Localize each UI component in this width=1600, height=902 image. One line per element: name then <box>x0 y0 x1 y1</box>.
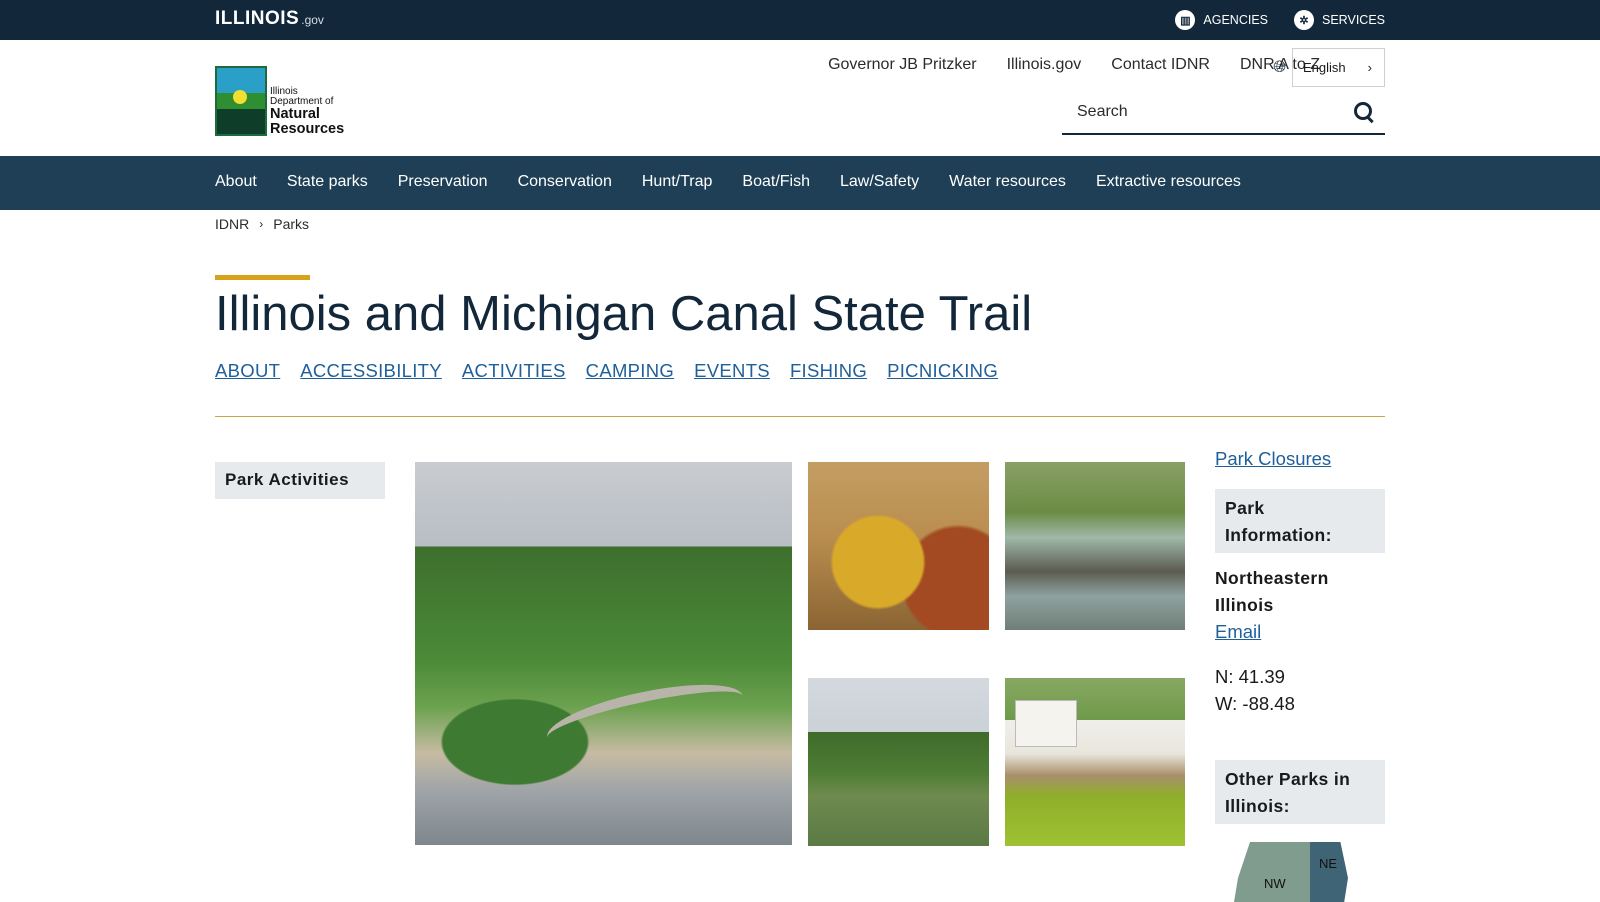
other-parks-heading: Other Parks in Illinois: <box>1215 760 1385 824</box>
governor-link[interactable]: Governor JB Pritzker <box>828 56 976 74</box>
nav-preservation[interactable]: Preservation <box>398 173 488 191</box>
idnr-emblem-icon <box>215 66 267 136</box>
trail-river-photo[interactable] <box>415 462 792 845</box>
park-information-heading: Park Information: <box>1215 489 1385 553</box>
subnav-accessibility[interactable]: ACCESSIBILITY <box>300 360 442 382</box>
subnav-events[interactable]: EVENTS <box>694 360 770 382</box>
globe-icon: 🌐︎ <box>1273 58 1286 76</box>
subnav-activities[interactable]: ACTIVITIES <box>462 360 566 382</box>
park-activities-heading[interactable]: Park Activities <box>215 462 385 499</box>
map-region-ne[interactable] <box>1310 842 1348 902</box>
nav-conservation[interactable]: Conservation <box>518 173 612 191</box>
contact-idnr-link[interactable]: Contact IDNR <box>1111 56 1210 74</box>
longitude: W: -88.48 <box>1215 693 1295 714</box>
nav-boat-fish[interactable]: Boat/Fish <box>742 173 810 191</box>
park-coordinates: N: 41.39 W: -88.48 <box>1215 663 1295 717</box>
main-nav: About State parks Preservation Conservat… <box>0 156 1600 210</box>
park-region: Northeastern Illinois <box>1215 568 1329 615</box>
logo-line-4: Resources <box>270 120 345 137</box>
canal-waterway-photo[interactable] <box>808 678 989 846</box>
idnr-logo[interactable]: Illinois Department of Natural Resources <box>215 66 344 136</box>
autumn-rocks-photo[interactable] <box>808 462 989 630</box>
title-accent-bar <box>215 275 310 280</box>
nav-about[interactable]: About <box>215 173 257 191</box>
breadcrumb-parks[interactable]: Parks <box>273 216 309 232</box>
lock-house-photo[interactable] <box>1005 678 1185 846</box>
utility-nav: Governor JB Pritzker Illinois.gov Contac… <box>828 56 1320 74</box>
canal-lock-photo[interactable] <box>1005 462 1185 630</box>
nav-state-parks[interactable]: State parks <box>287 173 368 191</box>
logo-suffix: .gov <box>301 13 324 27</box>
park-closures-link[interactable]: Park Closures <box>1215 448 1331 470</box>
agencies-link[interactable]: ▥ AGENCIES <box>1175 10 1268 30</box>
subnav-camping[interactable]: CAMPING <box>586 360 674 382</box>
logo-word: ILLINOIS <box>215 8 300 29</box>
language-selector: 🌐︎ English › <box>1273 48 1385 87</box>
map-region-nw[interactable] <box>1234 842 1314 902</box>
breadcrumb: IDNR › Parks <box>215 216 309 232</box>
idnr-logo-text: Illinois Department of Natural Resources <box>270 87 344 136</box>
chevron-right-icon: › <box>259 217 264 231</box>
page-subnav: ABOUT ACCESSIBILITY ACTIVITIES CAMPING E… <box>215 360 998 382</box>
state-topbar: ILLINOIS .gov ▥ AGENCIES ✲ SERVICES <box>0 0 1600 40</box>
chevron-right-icon: › <box>1367 60 1372 75</box>
services-link[interactable]: ✲ SERVICES <box>1294 10 1385 30</box>
nav-law-safety[interactable]: Law/Safety <box>840 173 919 191</box>
email-link[interactable]: Email <box>1215 621 1261 643</box>
latitude: N: 41.39 <box>1215 666 1285 687</box>
breadcrumb-idnr[interactable]: IDNR <box>215 216 249 232</box>
illinois-gov-logo[interactable]: ILLINOIS .gov <box>215 8 324 30</box>
site-header: Illinois Department of Natural Resources… <box>0 40 1600 156</box>
search-input[interactable] <box>1062 102 1342 121</box>
logo-line-3: Natural <box>270 106 320 122</box>
nav-extractive-resources[interactable]: Extractive resources <box>1096 173 1241 191</box>
page-title: Illinois and Michigan Canal State Trail <box>215 287 1033 341</box>
section-divider <box>215 416 1385 417</box>
subnav-picnicking[interactable]: PICNICKING <box>887 360 998 382</box>
search-bar <box>1062 90 1385 135</box>
illinois-gov-link[interactable]: Illinois.gov <box>1007 56 1082 74</box>
subnav-about[interactable]: ABOUT <box>215 360 280 382</box>
subnav-fishing[interactable]: FISHING <box>790 360 867 382</box>
services-label: SERVICES <box>1322 13 1385 27</box>
nav-hunt-trap[interactable]: Hunt/Trap <box>642 173 713 191</box>
top-links: ▥ AGENCIES ✲ SERVICES <box>1175 10 1385 30</box>
language-value: English <box>1303 60 1346 75</box>
language-dropdown[interactable]: English › <box>1292 48 1385 87</box>
gear-icon: ✲ <box>1294 10 1314 30</box>
search-icon[interactable] <box>1353 101 1375 123</box>
nav-water-resources[interactable]: Water resources <box>949 173 1066 191</box>
illinois-regions-map[interactable]: NW NE <box>1230 840 1350 902</box>
building-icon: ▥ <box>1175 10 1196 30</box>
map-label-ne: NE <box>1319 856 1338 871</box>
map-label-nw: NW <box>1264 876 1286 891</box>
agencies-label: AGENCIES <box>1203 13 1268 27</box>
